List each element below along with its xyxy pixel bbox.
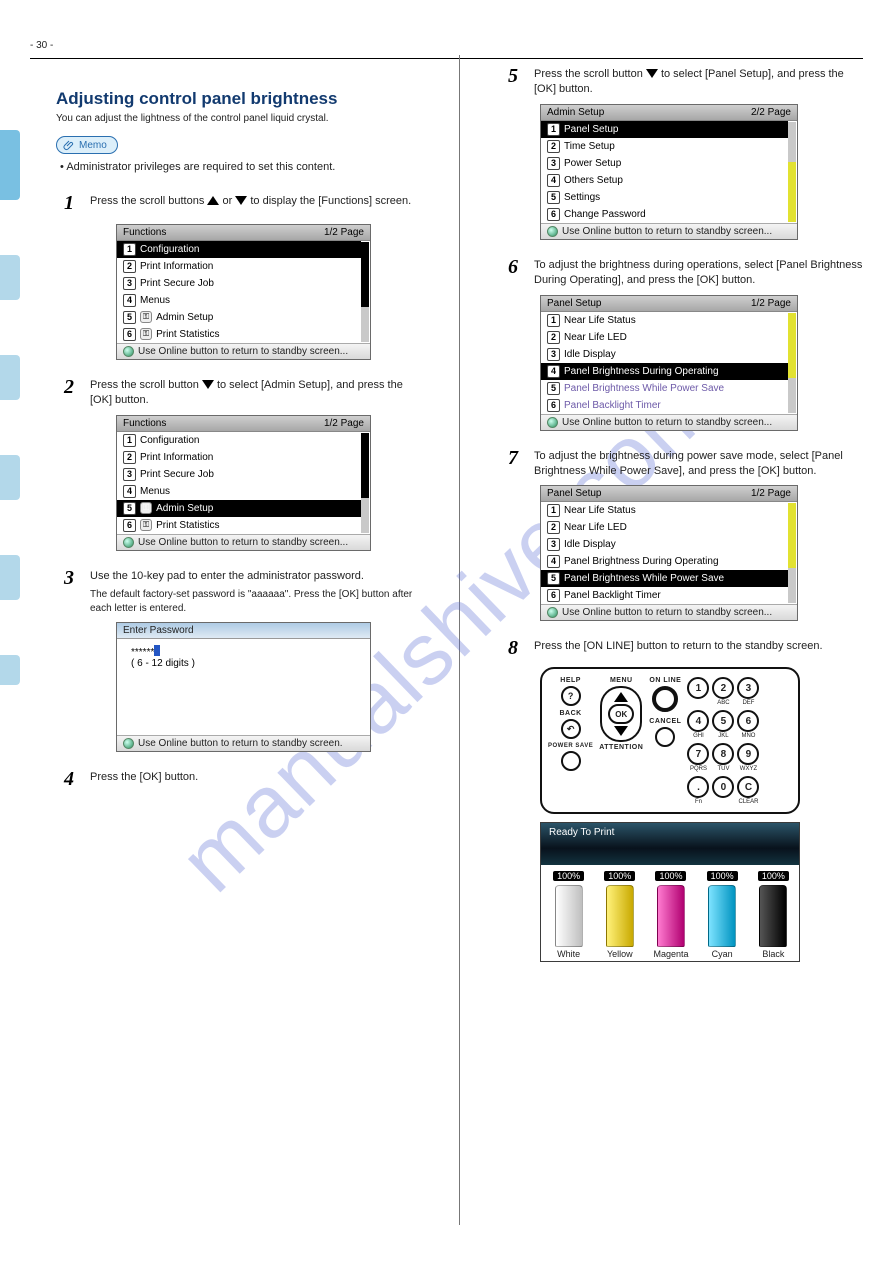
page-number: - 30 - [30, 40, 53, 51]
help-button[interactable]: ? [561, 686, 581, 706]
key-icon: ⚿ [140, 328, 152, 340]
key-0[interactable]: 0 [712, 776, 734, 798]
arrow-down-icon [646, 69, 658, 78]
online-dot-icon [547, 607, 558, 618]
online-dot-icon [123, 346, 134, 357]
key-8[interactable]: 8 [712, 743, 734, 765]
ink-black: 100%Black [752, 871, 794, 959]
key-2[interactable]: 2 [712, 677, 734, 699]
key-clear[interactable]: C [737, 776, 759, 798]
ink-magenta: 100%Magenta [650, 871, 692, 959]
key-1[interactable]: 1 [687, 677, 709, 699]
key-5[interactable]: 5 [712, 710, 734, 732]
step-7: 7 To adjust the brightness during power … [500, 447, 863, 480]
step-2: 2 Press the scroll button to select [Adm… [56, 376, 419, 409]
key-4[interactable]: 4 [687, 710, 709, 732]
key-icon: ⚿ [140, 311, 152, 323]
power-save-button[interactable] [561, 751, 581, 771]
ink-cyan: 100%Cyan [701, 871, 743, 959]
step-6: 6 To adjust the brightness during operat… [500, 256, 863, 289]
key-6[interactable]: 6 [737, 710, 759, 732]
lcd-password: Enter Password ****** ( 6 - 12 digits ) … [116, 622, 371, 752]
key-7[interactable]: 7 [687, 743, 709, 765]
arrow-down-icon [235, 196, 247, 205]
step-1: 1 Press the scroll buttons or to display… [56, 192, 419, 218]
ready-to-print-panel: Ready To Print 100%White 100%Yellow 100%… [540, 822, 800, 962]
lcd-admin-setup: Admin Setup2/2 Page 1Panel Setup 2Time S… [540, 104, 798, 240]
arrow-down-icon [614, 726, 628, 736]
step-4: 4 Press the [OK] button. [56, 768, 419, 794]
lcd-functions-2: Functions1/2 Page 1Configuration 2Print … [116, 415, 371, 551]
section-subnote: You can adjust the lightness of the cont… [56, 113, 419, 124]
arrow-down-icon [202, 380, 214, 389]
ok-button[interactable]: OK [608, 704, 634, 724]
arrow-up-icon [207, 196, 219, 205]
ready-title: Ready To Print [541, 823, 799, 865]
step-3: 3 Use the 10-key pad to enter the admini… [56, 567, 419, 616]
key-icon: ⚿ [140, 519, 152, 531]
side-tabs [0, 140, 20, 685]
lcd-panel-setup-2: Panel Setup1/2 Page 1Near Life Status 2N… [540, 485, 798, 621]
control-panel-illustration: HELP ? BACK ↶ POWER SAVE MENU [540, 667, 800, 814]
online-button[interactable] [652, 686, 678, 712]
paperclip-icon [63, 139, 75, 151]
key-3[interactable]: 3 [737, 677, 759, 699]
section-heading: Adjusting control panel brightness [56, 89, 419, 109]
ink-yellow: 100%Yellow [599, 871, 641, 959]
step-8: 8 Press the [ON LINE] button to return t… [500, 637, 863, 663]
ink-white: 100%White [548, 871, 590, 959]
key-dot[interactable]: . [687, 776, 709, 798]
menu-arrow-pad[interactable]: OK [600, 686, 642, 742]
lcd-functions-1: Functions1/2 Page 1Configuration 2Print … [116, 224, 371, 360]
key-icon: ⚿ [140, 502, 152, 514]
lcd-panel-setup-1: Panel Setup1/2 Page 1Near Life Status 2N… [540, 295, 798, 431]
numeric-keypad[interactable]: 1 2ABC 3DEF 4GHI 5JKL 6MNO 7PQRS 8TUV 9W… [687, 677, 759, 806]
online-dot-icon [123, 738, 134, 749]
online-dot-icon [123, 537, 134, 548]
memo-badge: Memo [56, 136, 118, 154]
key-9[interactable]: 9 [737, 743, 759, 765]
text-cursor-icon [154, 645, 160, 656]
step-5: 5 Press the scroll button to select [Pan… [500, 65, 863, 98]
cancel-button[interactable] [655, 727, 675, 747]
online-dot-icon [547, 417, 558, 428]
online-dot-icon [547, 226, 558, 237]
back-button[interactable]: ↶ [561, 719, 581, 739]
memo-text: • Administrator privileges are required … [60, 160, 419, 176]
arrow-up-icon [614, 692, 628, 702]
